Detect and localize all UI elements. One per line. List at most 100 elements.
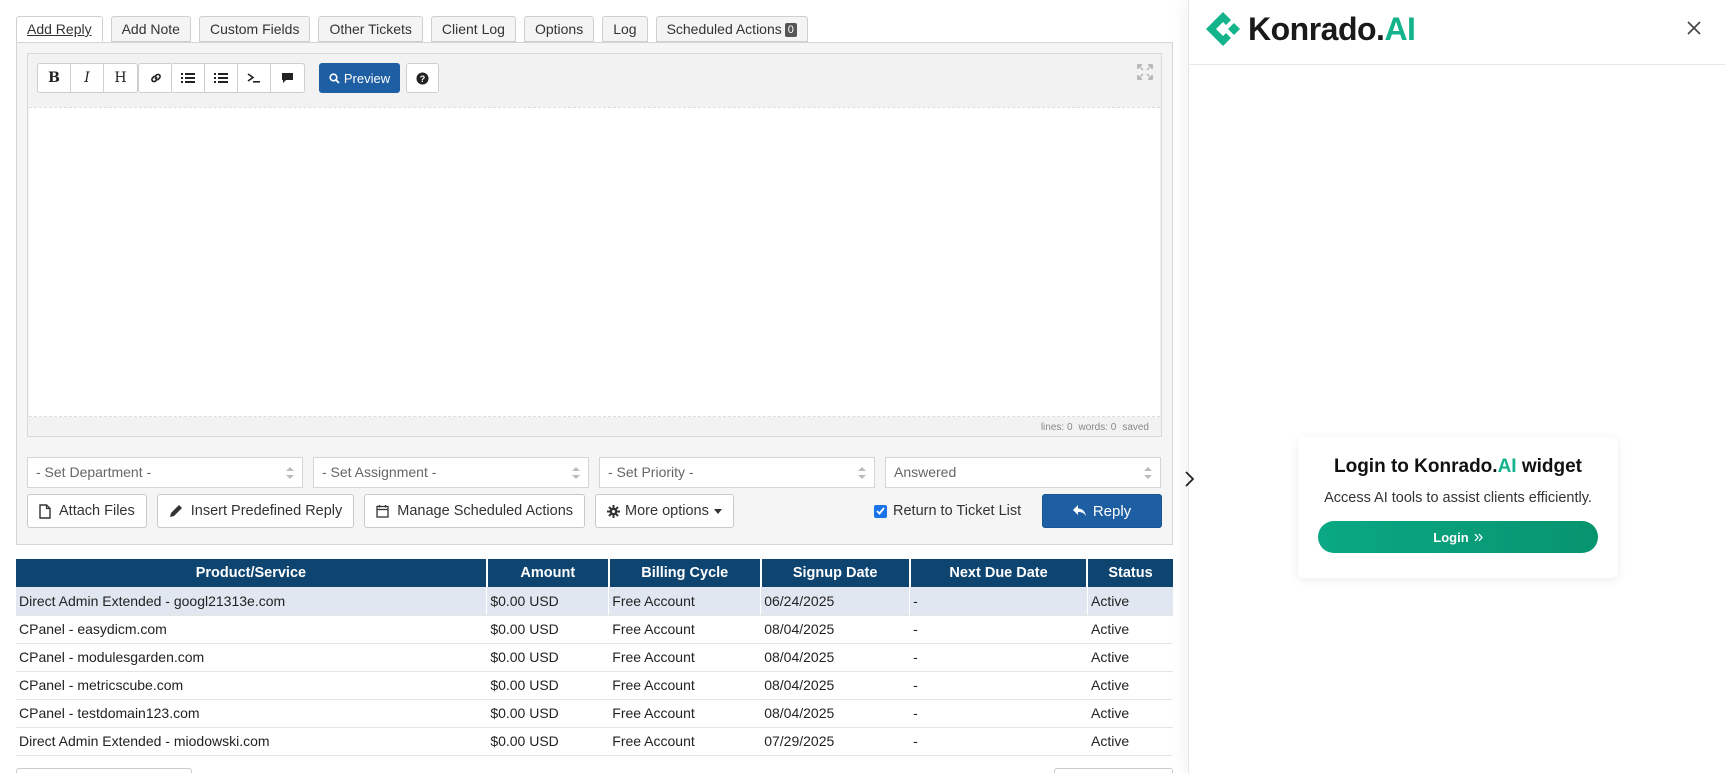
table-row[interactable]: CPanel - easydicm.com $0.00 USD Free Acc… — [16, 615, 1173, 644]
return-to-list-label: Return to Ticket List — [893, 503, 1022, 519]
select-arrows-icon — [1144, 467, 1152, 479]
tab-add-reply[interactable]: Add Reply — [16, 16, 103, 42]
billing-cycle: Free Account — [608, 643, 761, 672]
calendar-icon — [376, 505, 389, 518]
priority-select[interactable]: - Set Priority - — [599, 457, 875, 488]
link-button[interactable] — [139, 64, 172, 92]
billing-cycle: Free Account — [608, 671, 761, 700]
next-due-date: - — [909, 699, 1088, 728]
status: Active — [1087, 587, 1173, 616]
service-name[interactable]: CPanel - easydicm.com — [16, 615, 487, 644]
reply-icon — [1072, 505, 1086, 516]
more-options-button[interactable]: More options — [595, 494, 734, 528]
code-button[interactable] — [238, 64, 271, 92]
tab-scheduled-actions[interactable]: Scheduled Actions 0 — [655, 16, 808, 42]
unordered-list-button[interactable] — [172, 64, 205, 92]
assignment-select[interactable]: - Set Assignment - — [313, 457, 589, 488]
status-select[interactable]: Answered — [885, 457, 1161, 488]
heading-button[interactable]: H — [104, 64, 137, 92]
signup-date: 08/04/2025 — [760, 671, 910, 700]
tab-client-log[interactable]: Client Log — [430, 16, 516, 42]
table-row[interactable]: CPanel - modulesgarden.com $0.00 USD Fre… — [16, 643, 1173, 672]
return-to-list-checkbox[interactable] — [874, 504, 887, 518]
table-row[interactable]: CPanel - testdomain123.com $0.00 USD Fre… — [16, 699, 1173, 728]
editor-statusbar: lines: 0 words: 0 saved — [1041, 422, 1149, 433]
billing-cycle: Free Account — [608, 587, 762, 616]
tab-other-tickets[interactable]: Other Tickets — [318, 16, 423, 42]
select-arrows-icon — [858, 467, 866, 479]
next-due-date: - — [909, 671, 1088, 700]
column-header: Billing Cycle — [608, 559, 762, 587]
file-icon — [39, 503, 51, 519]
help-button[interactable]: ? — [406, 63, 439, 93]
svg-text:?: ? — [420, 74, 426, 84]
tab-add-note[interactable]: Add Note — [110, 16, 191, 42]
status: Active — [1087, 671, 1173, 700]
ticket-reply-area: Add Reply Add Note Custom Fields Other T… — [0, 0, 1188, 773]
next-due-date: - — [909, 587, 1088, 616]
reply-textarea[interactable] — [29, 107, 1160, 417]
amount: $0.00 USD — [486, 727, 609, 756]
signup-date: 08/04/2025 — [760, 615, 910, 644]
bottom-button-fragment[interactable] — [1054, 768, 1173, 773]
table-row[interactable]: CPanel - metricscube.com $0.00 USD Free … — [16, 671, 1173, 700]
divider — [1189, 64, 1725, 65]
table-row[interactable]: Direct Admin Extended - miodowski.com $0… — [16, 727, 1173, 756]
bottom-button-fragment[interactable] — [16, 768, 192, 773]
list-icon — [181, 73, 195, 83]
login-button[interactable]: Login — [1318, 521, 1598, 553]
table-header-row: Product/Service Amount Billing Cycle Sig… — [16, 559, 1173, 587]
next-due-date: - — [909, 727, 1088, 756]
insert-predefined-reply-button[interactable]: Insert Predefined Reply — [156, 494, 355, 528]
ordered-list-button[interactable] — [205, 64, 238, 92]
scheduled-actions-label: Manage Scheduled Actions — [397, 503, 574, 519]
reply-actions: Attach Files Insert Predefined Reply Man… — [27, 494, 734, 528]
assignment-value: - Set Assignment - — [322, 464, 437, 480]
title-ai: AI — [1497, 456, 1517, 477]
collapse-panel-button[interactable] — [1177, 465, 1201, 493]
count-badge: 0 — [784, 23, 797, 37]
link-icon — [150, 73, 161, 83]
editor-toolbar: B I H Preview ? — [28, 54, 1161, 96]
close-icon[interactable] — [1685, 19, 1703, 37]
words-count: words: 0 — [1078, 422, 1117, 433]
konrado-widget-panel: Konrado.AI Login to Konrado.AI widget Ac… — [1185, 0, 1725, 773]
manage-scheduled-actions-button[interactable]: Manage Scheduled Actions — [364, 494, 586, 528]
service-name[interactable]: Direct Admin Extended - googl21313e.com — [16, 587, 488, 616]
status: Active — [1087, 643, 1173, 672]
reply-button[interactable]: Reply — [1042, 494, 1162, 528]
italic-button[interactable]: I — [71, 64, 104, 92]
login-label: Login — [1433, 529, 1469, 545]
department-select[interactable]: - Set Department - — [27, 457, 303, 488]
return-to-list-option: Return to Ticket List — [874, 503, 1021, 519]
attach-files-button[interactable]: Attach Files — [27, 494, 147, 528]
login-card-title: Login to Konrado.AI widget — [1298, 456, 1618, 478]
service-name[interactable]: Direct Admin Extended - miodowski.com — [16, 727, 487, 756]
reply-panel: B I H Preview ? lines: 0 words: 0 saved … — [16, 42, 1173, 545]
status: Active — [1087, 727, 1173, 756]
tab-log[interactable]: Log — [602, 16, 648, 42]
lines-count: lines: 0 — [1040, 422, 1073, 433]
autosave-status: saved — [1122, 422, 1149, 433]
konrado-logo: Konrado.AI — [1204, 10, 1416, 48]
column-header: Product/Service — [16, 559, 488, 587]
ordered-list-icon — [214, 73, 228, 83]
tab-options[interactable]: Options — [523, 16, 595, 42]
service-name[interactable]: CPanel - modulesgarden.com — [16, 643, 487, 672]
fullscreen-icon[interactable] — [1137, 64, 1153, 80]
table-row[interactable]: Direct Admin Extended - googl21313e.com … — [16, 587, 1173, 616]
tab-custom-fields[interactable]: Custom Fields — [198, 16, 311, 42]
service-name[interactable]: CPanel - testdomain123.com — [16, 699, 487, 728]
reply-label: Reply — [1092, 502, 1132, 520]
predefined-reply-label: Insert Predefined Reply — [190, 503, 343, 519]
bold-button[interactable]: B — [38, 64, 71, 92]
login-card-description: Access AI tools to assist clients effici… — [1324, 490, 1592, 506]
preview-button[interactable]: Preview — [319, 63, 400, 93]
quote-button[interactable] — [271, 64, 304, 92]
service-name[interactable]: CPanel - metricscube.com — [16, 671, 487, 700]
tab-label: Scheduled Actions — [666, 21, 782, 37]
select-arrows-icon — [286, 467, 294, 479]
search-icon — [329, 72, 340, 84]
link-group — [138, 63, 173, 93]
brand-prefix: Konrado. — [1248, 10, 1385, 47]
